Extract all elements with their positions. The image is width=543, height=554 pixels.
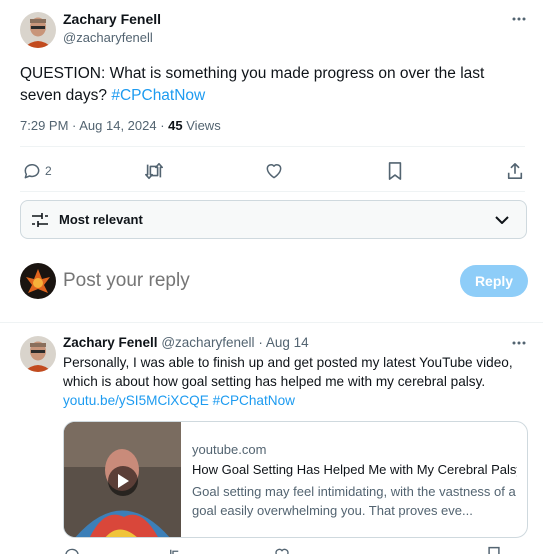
hashtag-link[interactable]: #CPChatNow — [111, 87, 205, 104]
share-icon[interactable] — [506, 161, 524, 181]
reply-reply-icon[interactable] — [63, 546, 81, 554]
more-options-icon[interactable] — [511, 13, 527, 25]
reply-author-avatar[interactable] — [20, 336, 56, 372]
chevron-down-icon — [493, 213, 511, 232]
views-count: 45 — [168, 118, 183, 133]
reply-header: Zachary Fenell @zacharyfenell · Aug 14 — [63, 335, 309, 350]
author-avatar[interactable] — [20, 12, 56, 48]
reply-like-icon[interactable] — [273, 546, 291, 554]
card-title: How Goal Setting Has Helped Me with My C… — [192, 462, 517, 477]
tweet-text: QUESTION: What is something you made pro… — [20, 63, 525, 107]
reply-button[interactable]: Reply — [460, 265, 528, 297]
reply-body: Personally, I was able to finish up and … — [63, 355, 513, 389]
sort-dropdown[interactable]: Most relevant — [20, 200, 527, 239]
reply-action[interactable]: 2 — [22, 161, 52, 181]
reply-bookmark-icon[interactable] — [485, 546, 503, 554]
reply-author-name[interactable]: Zachary Fenell — [63, 335, 158, 350]
reply-hashtag-link[interactable]: #CPChatNow — [213, 393, 295, 408]
reply-text: Personally, I was able to finish up and … — [63, 353, 533, 410]
reply-repost-icon[interactable] — [167, 546, 185, 554]
sort-label: Most relevant — [59, 212, 143, 227]
video-thumbnail — [64, 422, 181, 537]
author-handle[interactable]: @zacharyfenell — [63, 30, 153, 45]
reply-more-options-icon[interactable] — [511, 337, 527, 349]
card-description: Goal setting may feel intimidating, with… — [192, 484, 516, 518]
reply-separator: · — [254, 335, 266, 350]
play-icon[interactable] — [108, 466, 138, 496]
reply-date[interactable]: Aug 14 — [266, 335, 309, 350]
tweet-timestamp[interactable]: 7:29 PM · Aug 14, 2024 · — [20, 118, 168, 133]
bookmark-icon[interactable] — [386, 161, 404, 181]
link-preview-card[interactable]: youtube.com How Goal Setting Has Helped … — [63, 421, 528, 538]
youtube-link[interactable]: youtu.be/ySI5MCiXCQE — [63, 393, 209, 408]
filter-icon — [31, 211, 49, 234]
card-domain: youtube.com — [192, 442, 267, 457]
reply-author-handle[interactable]: @zacharyfenell — [161, 335, 254, 350]
divider — [20, 191, 525, 192]
divider — [0, 322, 543, 323]
views-label: Views — [186, 118, 221, 133]
tweet-meta: 7:29 PM · Aug 14, 2024 · 45 Views — [20, 118, 221, 133]
like-icon[interactable] — [264, 161, 284, 181]
divider — [20, 146, 525, 147]
reply-input[interactable] — [63, 269, 363, 293]
repost-icon[interactable] — [143, 161, 165, 181]
reply-count: 2 — [45, 164, 52, 178]
current-user-avatar[interactable] — [20, 263, 56, 299]
author-name[interactable]: Zachary Fenell — [63, 11, 161, 27]
tweet-body: QUESTION: What is something you made pro… — [20, 65, 485, 104]
reply-icon — [24, 164, 40, 179]
